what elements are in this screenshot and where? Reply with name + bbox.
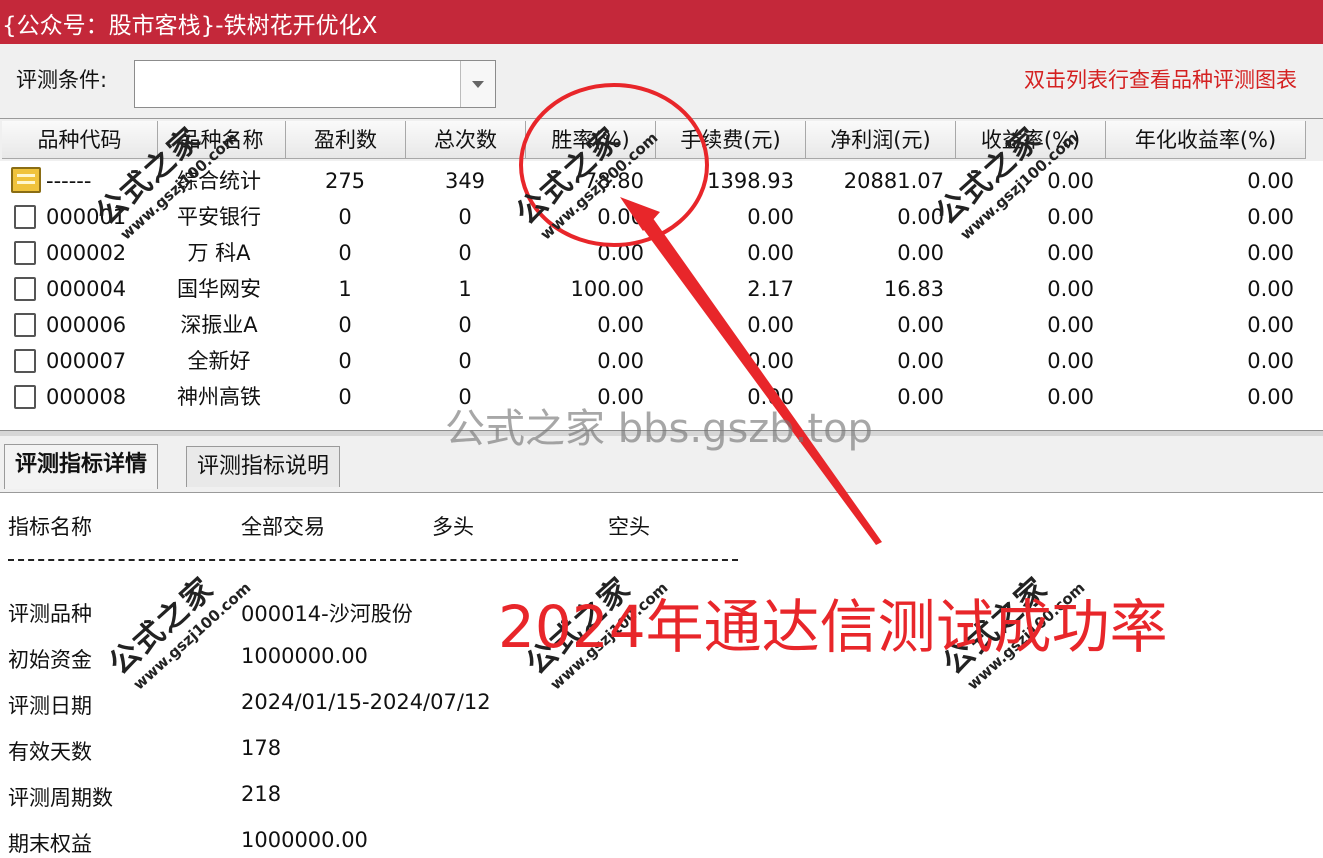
center-watermark: 公式之家 bbs.gszb.top	[445, 406, 873, 452]
success-rate-annotation: 2024年通达信测试成功率	[498, 593, 1168, 661]
highlight-circle	[519, 83, 709, 247]
pointer-arrow-shaft	[627, 207, 882, 545]
